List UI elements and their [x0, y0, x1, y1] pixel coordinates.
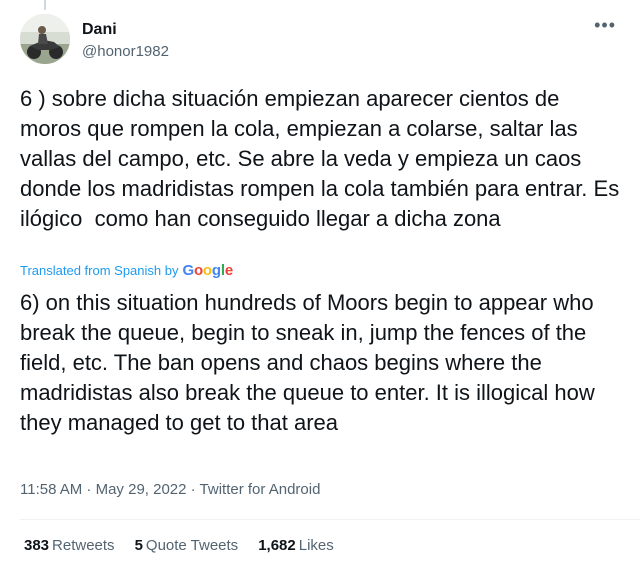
tweet-timestamp[interactable]: 11:58 AM · May 29, 2022 · Twitter for An… — [20, 480, 320, 500]
likes-label: Likes — [298, 537, 334, 554]
tweet-header: Dani @honor1982 ••• — [20, 12, 620, 68]
likes-count: 1,682 — [258, 537, 296, 554]
thread-connector-line — [44, 0, 46, 10]
likes-stat[interactable]: 1,682 Likes — [258, 536, 334, 556]
retweets-label: Retweets — [52, 537, 115, 554]
retweets-stat[interactable]: 383 Retweets — [24, 536, 115, 556]
translated-label: Translated from Spanish by — [20, 263, 179, 278]
quote-tweets-stat[interactable]: 5 Quote Tweets — [135, 536, 239, 556]
tweet-text: 6 ) sobre dicha situación empiezan apare… — [20, 86, 626, 231]
tweet-translation: 6) on this situation hundreds of Moors b… — [20, 290, 601, 435]
quote-tweets-count: 5 — [134, 537, 143, 554]
quote-tweets-label: Quote Tweets — [145, 537, 239, 554]
translation-attribution: Translated from Spanish by Google — [20, 262, 233, 279]
author-display-name[interactable]: Dani — [82, 20, 169, 40]
google-logo: Google — [182, 262, 233, 279]
retweets-count: 383 — [24, 537, 50, 554]
avatar[interactable] — [20, 14, 70, 64]
avatar-image — [20, 14, 70, 64]
more-options-icon[interactable]: ••• — [594, 16, 616, 34]
tweet-stats: 383 Retweets 5 Quote Tweets 1,682 Likes — [24, 536, 354, 556]
author-handle[interactable]: @honor1982 — [82, 42, 169, 62]
divider — [20, 519, 640, 520]
